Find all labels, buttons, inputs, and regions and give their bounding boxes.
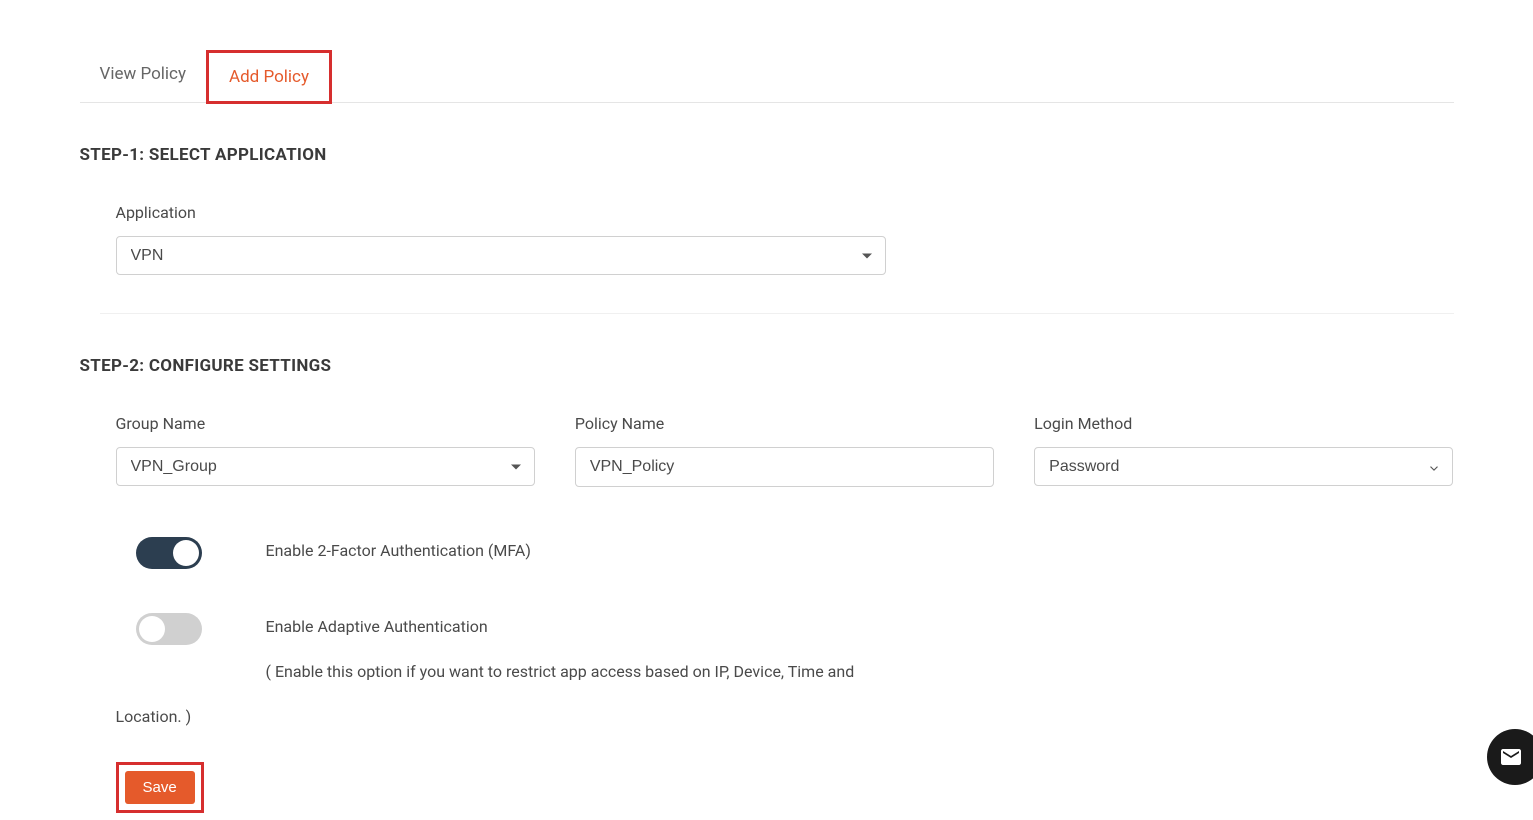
adaptive-description: ( Enable this option if you want to rest… (266, 662, 855, 681)
group-name-label: Group Name (116, 414, 535, 433)
login-method-label: Login Method (1034, 414, 1453, 433)
step2-heading: STEP-2: CONFIGURE SETTINGS (80, 356, 1454, 376)
adaptive-toggle[interactable] (136, 613, 202, 645)
toggle-knob (139, 616, 165, 642)
save-highlight: Save (116, 762, 204, 813)
login-method-select[interactable]: Password (1034, 447, 1453, 486)
group-name-select[interactable]: VPN_Group (116, 447, 535, 486)
save-button[interactable]: Save (125, 771, 195, 804)
policy-name-label: Policy Name (575, 414, 994, 433)
tab-add-policy[interactable]: Add Policy (206, 50, 332, 104)
step1-heading: STEP-1: SELECT APPLICATION (80, 145, 1454, 165)
tabs-container: View Policy Add Policy (80, 50, 1454, 103)
application-label: Application (116, 203, 1454, 222)
policy-name-input[interactable] (575, 447, 994, 487)
toggle-knob (173, 540, 199, 566)
adaptive-description-continuation: Location. ) (80, 707, 1454, 726)
adaptive-label: Enable Adaptive Authentication (266, 617, 855, 636)
application-select[interactable]: VPN (116, 236, 886, 275)
mfa-toggle[interactable] (136, 537, 202, 569)
tab-view-policy[interactable]: View Policy (80, 50, 207, 102)
mfa-label: Enable 2-Factor Authentication (MFA) (266, 541, 531, 560)
divider (100, 313, 1454, 314)
mail-icon (1499, 745, 1523, 769)
